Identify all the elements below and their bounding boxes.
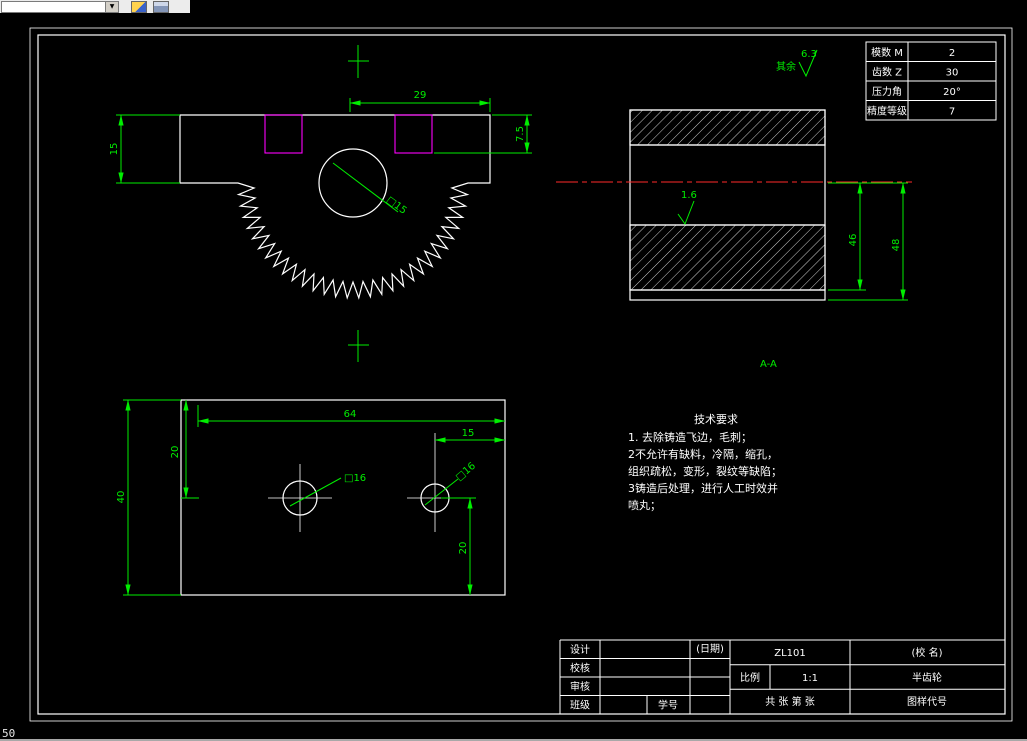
school-name: (校 名) (912, 646, 943, 659)
bore-circle (318, 148, 388, 218)
bore-leader: □15 (332, 162, 409, 217)
roughness-rest-label: 其余 (776, 60, 796, 73)
dim-20-bottom: 20 (441, 497, 476, 596)
dim-text: 15 (462, 428, 475, 439)
dim-20-top: 20 (170, 399, 199, 499)
tech-title: 技术要求 (694, 413, 738, 426)
param-value: 30 (946, 68, 959, 79)
param-label: 精度等级 (867, 105, 907, 118)
dim-46: 46 (828, 182, 908, 291)
keyway-right (394, 114, 433, 154)
bore-roughness-symbol: 1.6 (677, 190, 697, 226)
review-label: 审核 (570, 680, 590, 693)
roughness-value: 1.6 (681, 190, 697, 201)
dim-text: □16 (454, 461, 478, 484)
part-name: 半齿轮 (912, 671, 942, 684)
gear-teeth-outline (179, 114, 491, 300)
scale-value: 1:1 (802, 673, 818, 684)
scale-label: 比例 (740, 671, 760, 684)
class-label: 班级 (570, 700, 590, 712)
tech-line: 3铸造后处理，进行人工时效并 (628, 481, 778, 495)
param-value: 2 (949, 48, 955, 59)
dim-text: 64 (344, 409, 357, 420)
dim-7-5: 7.5 (434, 114, 532, 154)
hatch-bottom (629, 224, 826, 291)
design-label: 设计 (570, 643, 590, 656)
tech-line: 2不允许有缺料，冷隔，缩孔， (628, 447, 778, 461)
dim-text: 48 (891, 239, 902, 252)
dim-15-height: 15 (109, 114, 180, 184)
param-value: 7 (949, 107, 955, 118)
section-label: A-A (760, 359, 777, 370)
tech-line: 喷丸； (628, 499, 661, 512)
param-label: 模数 M (871, 46, 903, 59)
hatch-top (629, 109, 826, 146)
dim-40: 40 (116, 399, 181, 596)
dim-text: 7.5 (515, 126, 526, 142)
roughness-rest-value: 6.3 (801, 49, 817, 60)
bore-left-leader: □16 (289, 473, 366, 507)
sheet-info: 共 张 第 张 (765, 695, 815, 708)
dim-text: □15 (384, 195, 408, 217)
dim-text: □16 (344, 473, 366, 484)
side-section-view: 1.6 46 48 A-A (556, 109, 912, 370)
drawing-canvas[interactable]: 模数 M 2 齿数 Z 30 压力角 20° 精度等级 7 其余 6.3 29 … (0, 0, 1027, 741)
dim-48: 48 (828, 182, 908, 301)
tech-line: 1. 去除铸造飞边，毛刺； (628, 430, 752, 444)
keyway-left (264, 114, 303, 154)
title-block: 设计 校核 审核 班级 (日期) 学号 ZL101 (校 名) 比例 1:1 半… (559, 639, 1005, 714)
dim-text: 40 (116, 491, 127, 504)
default-roughness-symbol: 其余 6.3 (776, 49, 818, 78)
dim-64: 64 (197, 405, 506, 427)
check-label: 校核 (570, 662, 590, 675)
tech-line: 组织疏松，变形，裂纹等缺陷； (628, 464, 782, 478)
dim-text: 20 (458, 542, 469, 555)
dim-15-offset: 15 (434, 428, 506, 443)
dim-text: 29 (414, 90, 427, 101)
date-label: (日期) (696, 643, 724, 655)
dim-text: 15 (109, 143, 120, 156)
code-label: 图样代号 (907, 695, 947, 708)
cad-window: ▼ 模数 M 2 齿数 Z 30 压力角 20° 精度等级 7 其余 6.3 2… (0, 0, 1027, 741)
param-label: 压力角 (872, 85, 902, 98)
bottom-view: 64 15 40 20 20 □16 □16 (116, 399, 506, 596)
technical-requirements: 技术要求 1. 去除铸造飞边，毛刺； 2不允许有缺料，冷隔，缩孔， 组织疏松，变… (628, 413, 782, 512)
dim-text: 20 (170, 446, 181, 459)
gear-parameter-table: 模数 M 2 齿数 Z 30 压力角 20° 精度等级 7 (865, 41, 997, 121)
param-value: 20° (943, 87, 961, 98)
param-label: 齿数 Z (872, 66, 902, 79)
dim-text: 46 (848, 234, 859, 247)
centerline-marks (348, 45, 369, 362)
dim-29: 29 (349, 90, 491, 112)
front-view: 29 15 7.5 □15 (109, 45, 532, 362)
student-id-label: 学号 (658, 699, 678, 712)
drawing-number: ZL101 (774, 648, 806, 659)
